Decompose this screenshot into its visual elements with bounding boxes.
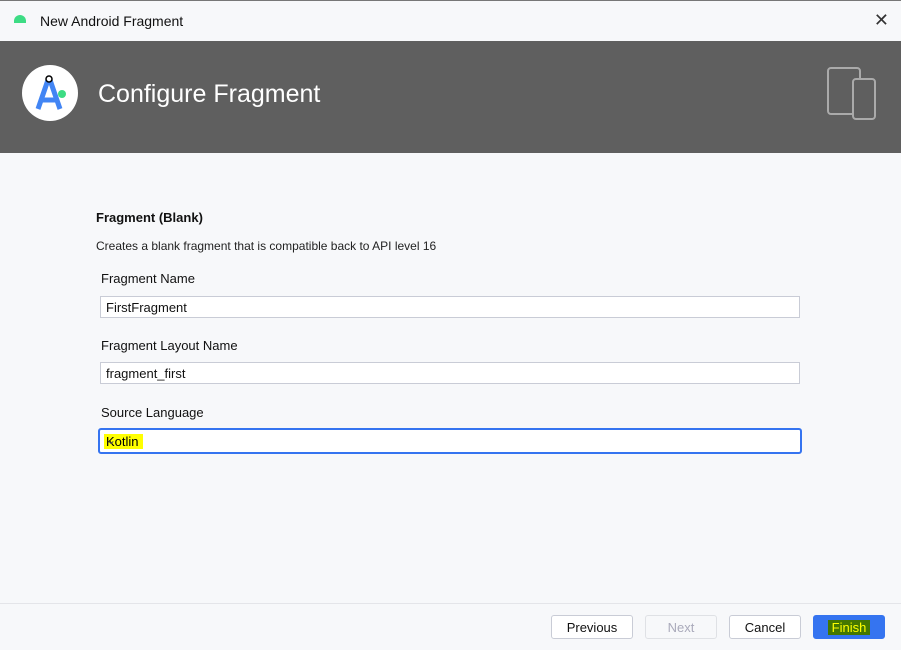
previous-button[interactable]: Previous [551,615,633,639]
footer-divider [0,603,901,604]
source-language-select[interactable]: Kotlin ⌄ [98,428,802,454]
title-bar: New Android Fragment ✕ [0,0,901,41]
template-name: Fragment (Blank) [96,210,203,225]
header-banner: Configure Fragment [0,41,901,153]
android-studio-logo-icon [22,65,78,121]
cancel-button[interactable]: Cancel [729,615,801,639]
source-language-label: Source Language [101,405,204,420]
window-title: New Android Fragment [40,13,184,29]
finish-label: Finish [827,620,871,635]
page-title: Configure Fragment [98,80,321,108]
fragment-name-input[interactable]: FirstFragment [100,296,800,318]
finish-button[interactable]: Finish [813,615,885,639]
chevron-down-icon: ⌄ [106,433,117,447]
layout-name-label: Fragment Layout Name [101,338,238,353]
next-button[interactable]: Next [645,615,717,639]
template-description: Creates a blank fragment that is compati… [96,239,437,253]
close-button[interactable]: ✕ [874,10,889,31]
fragment-name-label: Fragment Name [101,271,195,286]
layout-name-input[interactable]: fragment_first [100,362,800,384]
devices-icon [827,67,876,120]
android-icon [14,15,26,23]
